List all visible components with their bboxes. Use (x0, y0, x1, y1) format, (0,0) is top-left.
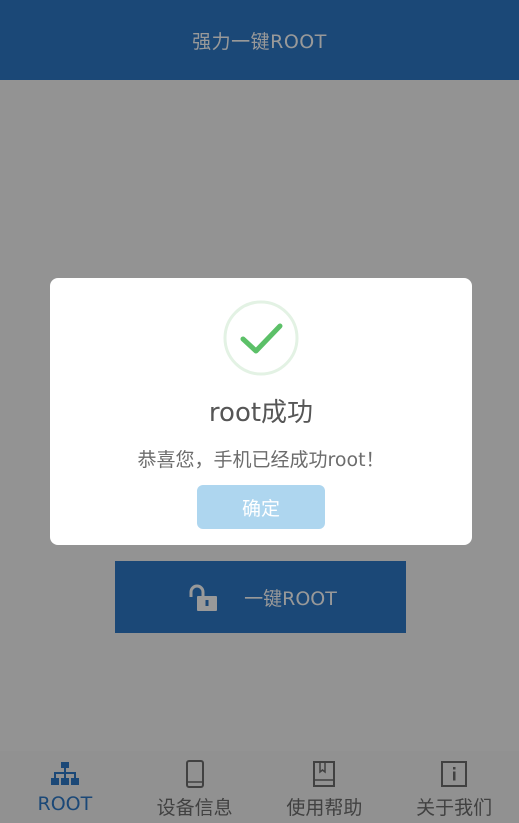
confirm-button[interactable]: 确定 (197, 485, 325, 529)
check-circle-icon (223, 300, 299, 376)
dialog-message: 恭喜您，手机已经成功root！ (137, 449, 385, 471)
success-dialog: root成功 恭喜您，手机已经成功root！ 确定 (50, 278, 472, 545)
dialog-title: root成功 (208, 398, 314, 428)
